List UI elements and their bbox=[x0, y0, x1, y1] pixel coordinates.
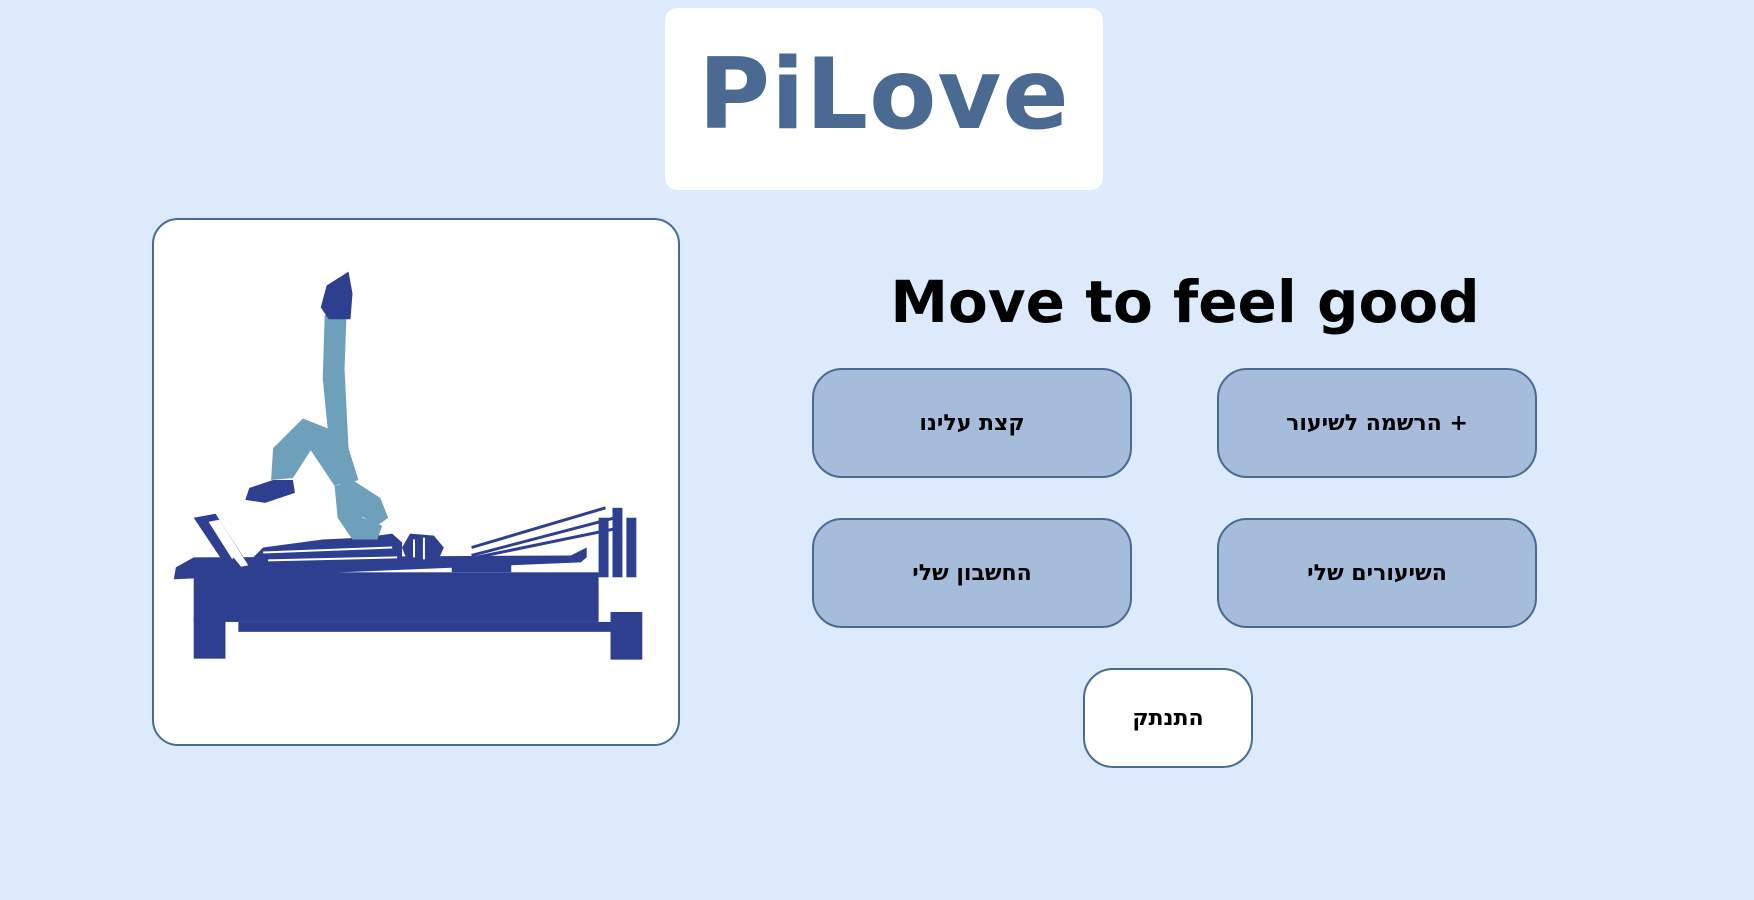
logo-card: PiLove bbox=[665, 8, 1103, 190]
app-logo: PiLove bbox=[698, 38, 1070, 152]
my-account-button[interactable]: החשבון שלי bbox=[812, 518, 1132, 628]
about-us-button[interactable]: קצת עלינו bbox=[812, 368, 1132, 478]
pilates-reformer-illustration-icon bbox=[173, 271, 643, 660]
logout-button[interactable]: התנתק bbox=[1083, 668, 1253, 768]
hero-image-frame bbox=[152, 218, 680, 746]
my-lessons-button[interactable]: השיעורים שלי bbox=[1217, 518, 1537, 628]
register-lesson-button[interactable]: + הרשמה לשיעור bbox=[1217, 368, 1537, 478]
tagline: Move to feel good bbox=[890, 268, 1480, 336]
